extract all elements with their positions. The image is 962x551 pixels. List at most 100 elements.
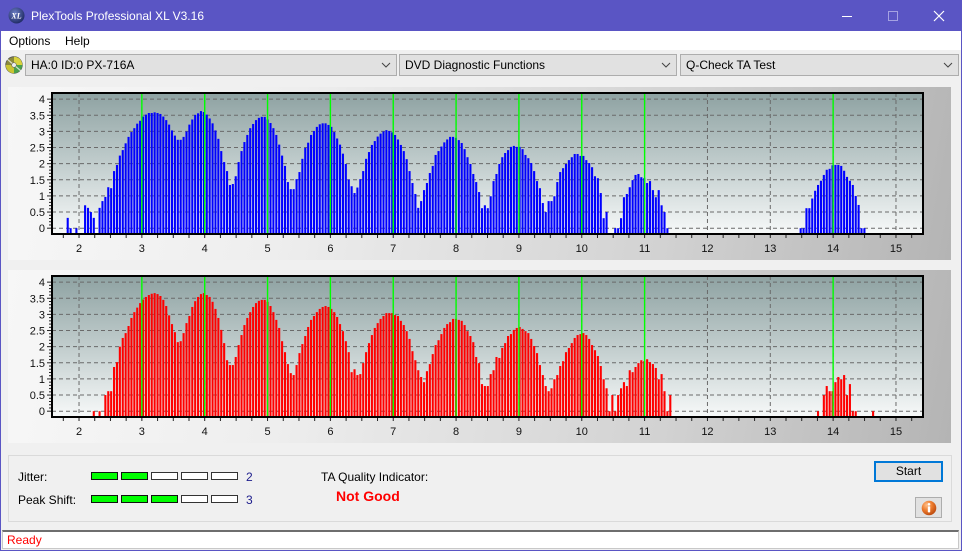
bar bbox=[199, 294, 203, 417]
bar bbox=[840, 379, 843, 417]
x-tick-label: 14 bbox=[827, 243, 839, 255]
menu-bar: Options Help bbox=[1, 31, 961, 50]
bar bbox=[283, 352, 287, 417]
bar bbox=[550, 388, 553, 417]
bar bbox=[472, 173, 475, 234]
close-button[interactable] bbox=[916, 0, 962, 31]
bar bbox=[367, 152, 371, 234]
bar bbox=[367, 343, 371, 417]
info-icon bbox=[921, 500, 936, 515]
bar bbox=[428, 173, 431, 234]
bar bbox=[486, 208, 489, 234]
bar bbox=[822, 174, 825, 234]
bar bbox=[254, 303, 258, 417]
bar bbox=[417, 207, 420, 234]
bar bbox=[654, 367, 657, 417]
bar bbox=[588, 338, 591, 417]
bar bbox=[648, 181, 652, 234]
bar bbox=[110, 188, 113, 234]
bar bbox=[483, 386, 486, 417]
bar bbox=[170, 130, 174, 234]
bar bbox=[541, 203, 544, 234]
bar bbox=[385, 130, 388, 234]
bar bbox=[289, 373, 292, 417]
bar bbox=[509, 146, 513, 234]
bar bbox=[115, 164, 119, 234]
bar bbox=[231, 365, 234, 417]
bar bbox=[362, 171, 365, 234]
bar bbox=[596, 178, 599, 234]
bar bbox=[307, 142, 310, 234]
bar bbox=[162, 116, 165, 234]
menu-options[interactable]: Options bbox=[7, 33, 52, 49]
bar bbox=[535, 353, 539, 417]
bar bbox=[194, 301, 197, 417]
bar bbox=[585, 335, 588, 417]
bar bbox=[370, 335, 373, 417]
peak-shift-level-segment bbox=[151, 495, 178, 503]
test-select-value: Q-Check TA Test bbox=[686, 58, 776, 72]
bar bbox=[286, 364, 289, 417]
menu-help[interactable]: Help bbox=[63, 33, 92, 49]
bar bbox=[237, 345, 240, 417]
bar bbox=[431, 354, 434, 417]
bar bbox=[825, 386, 828, 417]
bar bbox=[246, 134, 249, 234]
bar bbox=[199, 111, 203, 234]
bar bbox=[446, 324, 449, 417]
bar bbox=[857, 204, 860, 234]
bar bbox=[411, 183, 414, 234]
bar bbox=[515, 146, 518, 234]
test-select[interactable]: Q-Check TA Test bbox=[680, 54, 959, 76]
y-tick-label: 0 bbox=[39, 223, 45, 235]
bar bbox=[637, 363, 640, 417]
bar bbox=[550, 201, 553, 234]
bar bbox=[631, 372, 634, 417]
x-tick-label: 10 bbox=[576, 426, 588, 438]
bar bbox=[176, 139, 179, 234]
bar bbox=[84, 205, 87, 234]
bar bbox=[165, 306, 168, 417]
bar bbox=[278, 327, 281, 417]
bar bbox=[168, 315, 171, 417]
bar bbox=[443, 142, 446, 234]
x-tick-label: 8 bbox=[453, 426, 459, 438]
bar bbox=[620, 388, 623, 417]
bar bbox=[440, 334, 443, 417]
bar bbox=[599, 193, 602, 234]
x-tick-label: 12 bbox=[701, 243, 713, 255]
bar bbox=[147, 113, 150, 234]
drive-select[interactable]: HA:0 ID:0 PX-716A bbox=[25, 54, 397, 76]
bar bbox=[226, 360, 229, 417]
bar bbox=[159, 296, 162, 417]
x-tick-label: 7 bbox=[390, 243, 396, 255]
bar bbox=[275, 134, 278, 234]
bar bbox=[504, 343, 507, 417]
x-tick-label: 15 bbox=[890, 426, 902, 438]
bar bbox=[333, 312, 336, 417]
bar bbox=[434, 345, 437, 417]
info-button[interactable] bbox=[915, 497, 942, 518]
bar bbox=[646, 183, 649, 234]
bar bbox=[136, 307, 139, 417]
bar bbox=[593, 350, 597, 417]
bar bbox=[512, 145, 515, 234]
bar bbox=[466, 331, 469, 417]
bar bbox=[281, 155, 284, 234]
start-button[interactable]: Start bbox=[874, 461, 943, 482]
function-select[interactable]: DVD Diagnostic Functions bbox=[399, 54, 677, 76]
bar bbox=[217, 317, 220, 417]
maximize-button[interactable] bbox=[870, 0, 916, 31]
minimize-button[interactable] bbox=[824, 0, 870, 31]
bar bbox=[602, 218, 605, 234]
bar bbox=[370, 144, 373, 234]
function-select-value: DVD Diagnostic Functions bbox=[405, 58, 546, 72]
bar bbox=[254, 120, 258, 234]
bar bbox=[527, 333, 530, 417]
bar bbox=[817, 184, 820, 234]
jitter-level-segment bbox=[91, 472, 118, 480]
bar bbox=[211, 301, 214, 417]
bar bbox=[365, 158, 368, 234]
bar bbox=[165, 120, 168, 234]
bar bbox=[451, 136, 455, 234]
